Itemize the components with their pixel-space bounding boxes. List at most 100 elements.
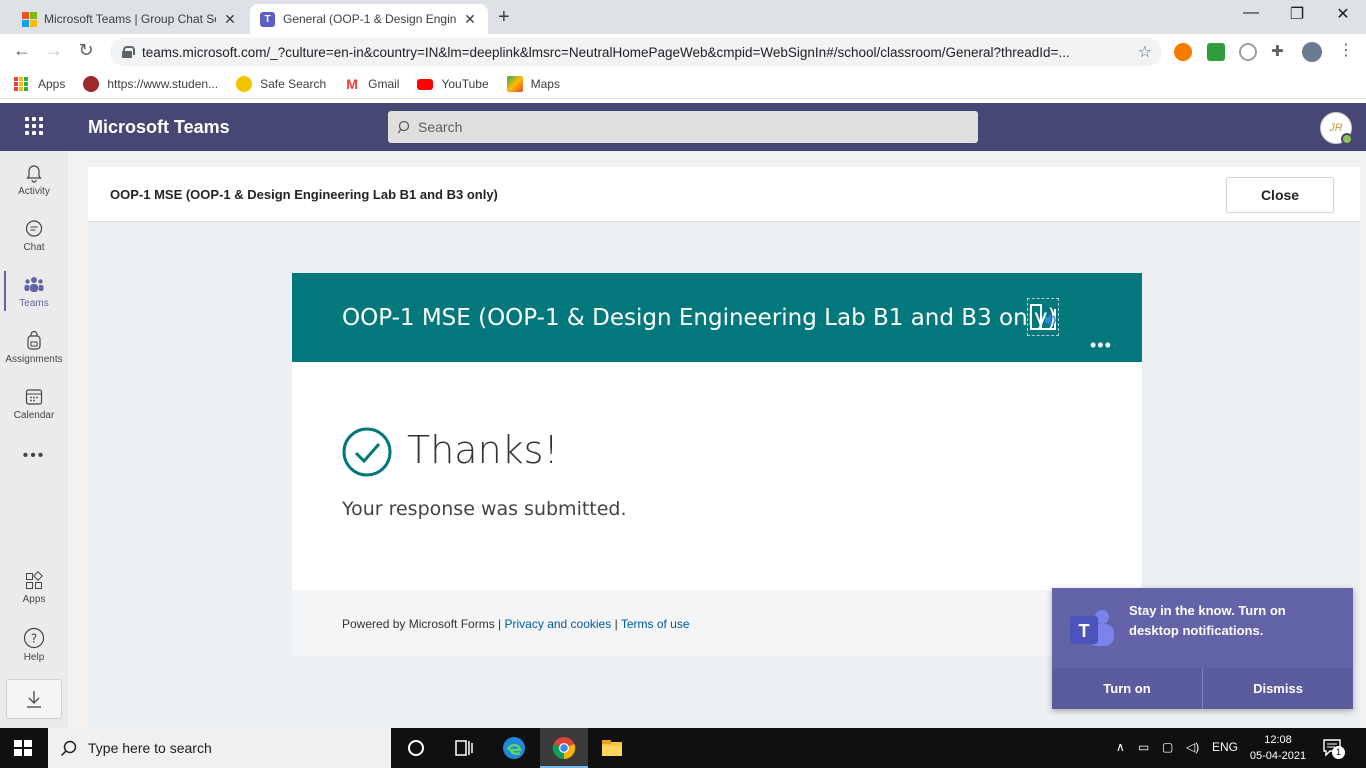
search-icon [398,120,410,134]
rail-label: Help [23,652,45,663]
network-icon[interactable]: ▭ [1138,740,1149,754]
windows-taskbar: Type here to search ∧ ▭ ▢ ◁) ENG 12:08 0… [0,728,1366,768]
toast-actions: Turn on Dismiss [1052,668,1353,709]
dismiss-button[interactable]: Dismiss [1203,668,1353,709]
gmail-icon: M [346,76,358,92]
edge-icon[interactable] [502,736,526,760]
address-bar[interactable]: teams.microsoft.com/_?culture=en-in&coun… [110,38,1162,66]
apps-grid-icon [14,77,28,91]
tab-title: General (OOP-1 & Design Engine [283,12,456,26]
tab-title: Microsoft Teams | Group Chat So [44,12,216,26]
terms-link[interactable]: Terms of use [621,617,690,631]
new-tab-icon[interactable]: + [498,6,510,29]
windows-start-icon[interactable] [14,740,32,756]
bookmark-star-icon[interactable]: ☆ [1138,42,1152,62]
close-window-icon[interactable]: ✕ [1320,4,1366,24]
rail-item-assignments[interactable]: Assignments [0,331,68,365]
apps-icon [26,571,43,589]
search-input[interactable]: Search [388,111,978,143]
extensions-puzzle-icon[interactable]: ✚ [1271,42,1289,60]
bookmark-label: Apps [38,77,66,91]
more-apps-icon[interactable]: ••• [0,447,68,465]
calendar-icon [25,389,43,405]
safe-search-icon [236,76,253,92]
extension-key-icon[interactable] [1174,43,1192,61]
chrome-icon [552,737,576,760]
bookmark-label: YouTube [441,77,489,91]
rail-label: Calendar [13,410,55,421]
app-launcher-icon[interactable] [25,117,43,135]
microsoft-logo-icon [22,12,37,27]
bookmark-label: Maps [530,77,560,91]
more-options-icon[interactable]: ••• [1090,335,1112,356]
notifications-icon[interactable]: 1 [1322,738,1345,759]
maps-icon [506,76,523,92]
menu-dots-icon[interactable]: ⋮ [1334,40,1358,60]
extension-check-icon[interactable] [1207,43,1225,61]
rail-item-activity[interactable]: Activity [0,163,68,197]
chrome-taskbar-button[interactable] [540,728,588,768]
close-tab-icon[interactable]: ✕ [222,11,238,28]
browser-tab-group-chat[interactable]: Microsoft Teams | Group Chat So ✕ [12,4,248,34]
book-speaker-icon [1030,304,1056,330]
user-avatar[interactable]: JR [1320,112,1353,145]
rail-item-apps[interactable]: Apps [0,571,68,605]
footer-separator: | [614,617,618,631]
bookmarks-bar: Apps https://www.studen... Safe Search M… [0,70,1366,99]
youtube-icon [417,78,434,90]
immersive-reader-icon[interactable] [1027,298,1059,336]
student-site-icon [83,76,100,92]
rail-label: Activity [18,186,50,197]
powered-by-text: Powered by Microsoft Forms | [342,617,502,631]
download-button[interactable] [6,679,62,719]
bookmark-safe-search[interactable]: Safe Search [236,76,326,92]
taskbar-clock[interactable]: 12:08 05-04-2021 [1246,732,1310,764]
form-banner: OOP-1 MSE (OOP-1 & Design Engineering La… [292,273,1142,362]
task-view-icon[interactable] [452,736,476,760]
bookmark-label: Safe Search [260,77,327,91]
clock-time: 12:08 [1264,734,1292,746]
notification-toast: T Stay in the know. Turn on desktop noti… [1052,588,1353,709]
svg-text:T: T [1079,621,1090,641]
rail-item-help[interactable]: ? Help [0,627,68,663]
bookmark-student[interactable]: https://www.studen... [83,76,218,92]
close-button[interactable]: Close [1226,177,1334,213]
browser-tab-general[interactable]: T General (OOP-1 & Design Engine ✕ [250,4,488,34]
rail-item-chat[interactable]: Chat [0,219,68,253]
rail-item-calendar[interactable]: Calendar [0,387,68,421]
wifi-icon[interactable]: ▢ [1162,740,1173,754]
browser-toolbar: ← → ↻ teams.microsoft.com/_?culture=en-i… [0,34,1366,70]
close-tab-icon[interactable]: ✕ [462,11,478,28]
pane-title: OOP-1 MSE (OOP-1 & Design Engineering La… [110,187,498,202]
rail-label: Apps [22,594,46,605]
profile-avatar-icon[interactable] [1302,42,1322,62]
bookmark-youtube[interactable]: YouTube [417,77,489,91]
cortana-icon[interactable] [404,736,428,760]
teams-favicon-icon: T [260,11,275,27]
reload-icon[interactable]: ↻ [74,40,98,61]
bookmark-apps[interactable]: Apps [14,77,65,91]
volume-icon[interactable]: ◁) [1186,740,1199,754]
toast-message: Stay in the know. Turn on desktop notifi… [1129,603,1286,638]
taskbar-search-input[interactable]: Type here to search [48,728,391,768]
turn-on-button[interactable]: Turn on [1052,668,1203,709]
teams-logo-icon: T [1070,610,1114,646]
app-title: Microsoft Teams [88,117,230,137]
file-explorer-icon[interactable] [600,736,624,760]
rail-item-teams[interactable]: Teams [0,271,68,311]
restore-icon[interactable]: ❐ [1274,4,1320,24]
forward-arrow-icon[interactable]: → [42,40,66,61]
language-indicator[interactable]: ENG [1212,740,1238,754]
browser-tab-strip: Microsoft Teams | Group Chat So ✕ T Gene… [0,0,1366,34]
bookmark-maps[interactable]: Maps [506,76,560,92]
taskbar-search-placeholder: Type here to search [88,740,212,756]
back-arrow-icon[interactable]: ← [10,40,34,61]
minimize-icon[interactable]: — [1228,4,1274,22]
bookmark-gmail[interactable]: M Gmail [344,76,399,92]
privacy-link[interactable]: Privacy and cookies [505,617,612,631]
svg-text:?: ? [31,632,37,646]
extension-circle-icon[interactable] [1239,43,1257,61]
backpack-icon [27,331,41,350]
lock-icon[interactable] [122,46,135,58]
show-hidden-icons-icon[interactable]: ∧ [1116,740,1125,754]
